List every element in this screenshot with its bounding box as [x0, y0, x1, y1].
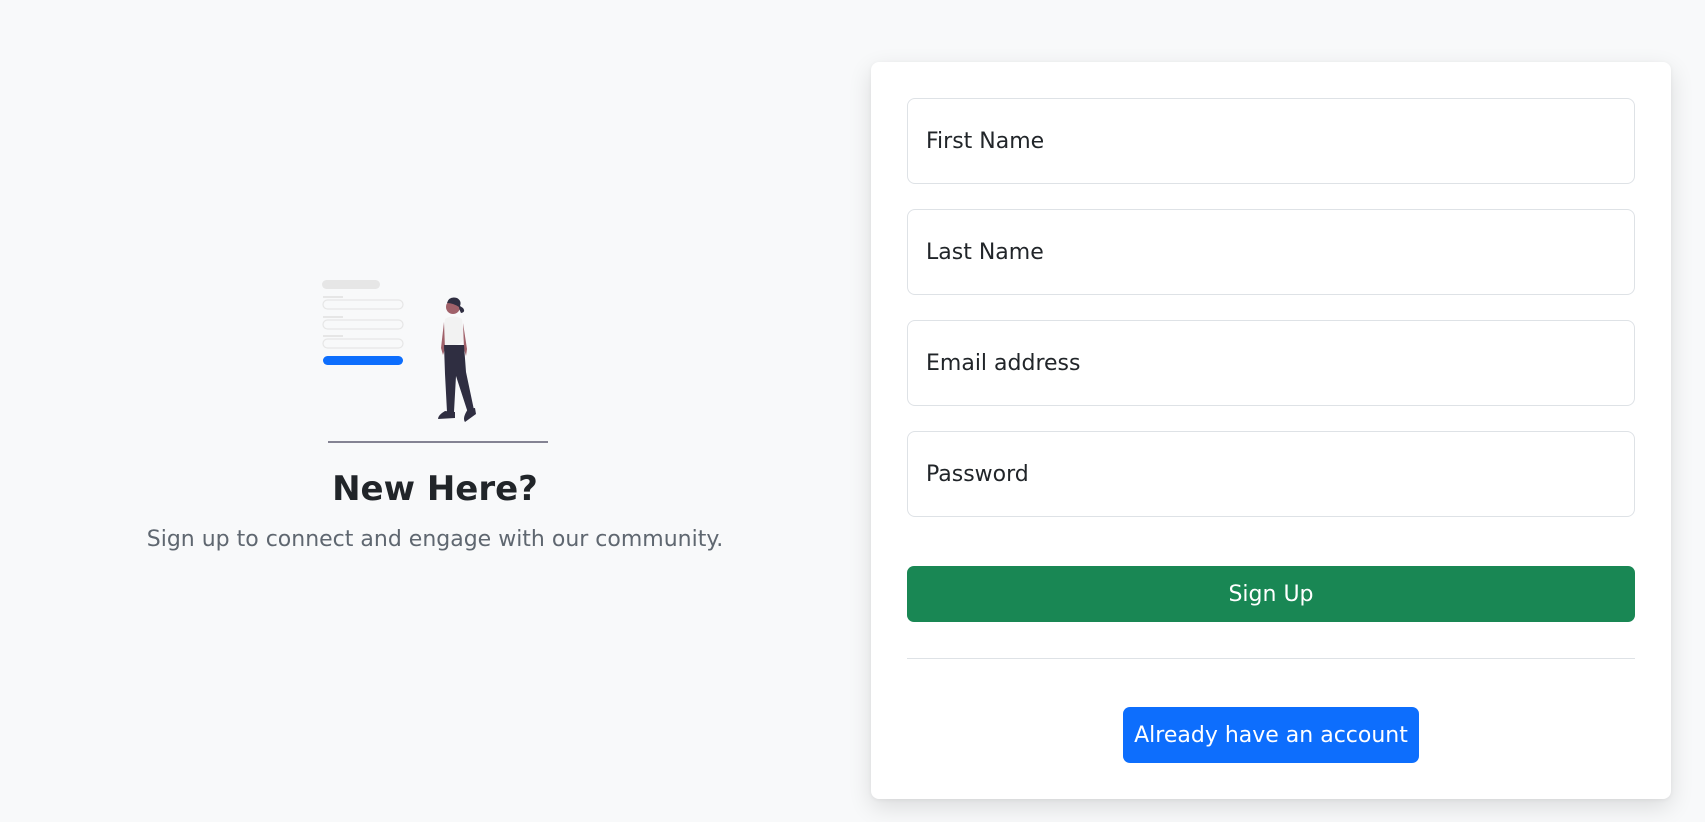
divider	[907, 658, 1635, 659]
intro-panel: New Here? Sign up to connect and engage …	[0, 0, 870, 822]
sign-up-button[interactable]: Sign Up	[907, 566, 1635, 622]
page-title: New Here?	[332, 469, 538, 509]
person-walking-by-form-illustration	[322, 280, 548, 443]
email-input[interactable]	[907, 320, 1635, 406]
page-subtitle: Sign up to connect and engage with our c…	[146, 527, 724, 552]
password-input[interactable]	[907, 431, 1635, 517]
already-have-account-button[interactable]: Already have an account	[1123, 707, 1419, 763]
last-name-input[interactable]	[907, 209, 1635, 295]
first-name-input[interactable]	[907, 98, 1635, 184]
signup-form-card: Sign Up Already have an account	[871, 62, 1671, 799]
